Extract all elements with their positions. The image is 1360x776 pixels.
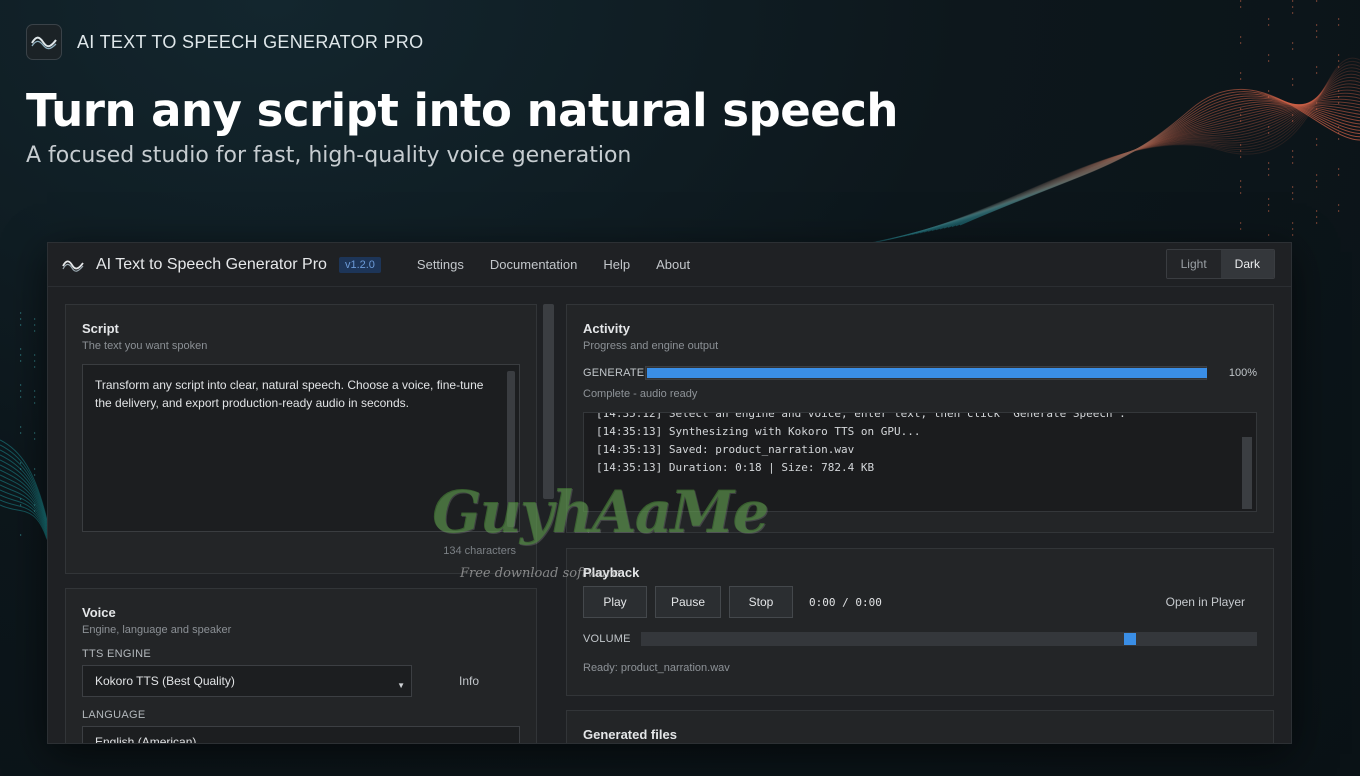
log-line: [14:35:12] Select an engine and voice, e… xyxy=(596,412,1126,420)
playback-panel: Playback Play Pause Stop 0:00 / 0:00 Ope… xyxy=(566,548,1274,696)
brand-header: AI TEXT TO SPEECH GENERATOR PRO xyxy=(26,24,423,60)
app-window: AI Text to Speech Generator Pro v1.2.0 S… xyxy=(47,242,1292,744)
log-output[interactable]: [14:35:12] Select an engine and voice, e… xyxy=(583,412,1257,512)
waveform-icon xyxy=(26,24,62,60)
theme-dark-button[interactable]: Dark xyxy=(1220,250,1274,278)
progress-label: GENERATE xyxy=(583,367,645,379)
log-line: [14:35:13] Saved: product_narration.wav xyxy=(596,443,855,456)
progress-percent: 100% xyxy=(1228,367,1257,379)
progress-fill xyxy=(646,368,1207,378)
brand-name: AI TEXT TO SPEECH GENERATOR PRO xyxy=(77,31,424,52)
pause-button[interactable]: Pause xyxy=(655,586,721,618)
title-bar: AI Text to Speech Generator Pro v1.2.0 S… xyxy=(48,243,1291,287)
engine-select-value: Kokoro TTS (Best Quality) xyxy=(95,674,235,688)
version-badge: v1.2.0 xyxy=(338,256,381,273)
language-label: LANGUAGE xyxy=(82,709,146,721)
waveform-icon xyxy=(62,256,84,274)
activity-panel: Activity Progress and engine output GENE… xyxy=(566,304,1274,533)
language-select-value: English (American) xyxy=(95,735,197,744)
script-panel: Script The text you want spoken Transfor… xyxy=(65,304,537,574)
volume-label: VOLUME xyxy=(583,633,631,645)
script-scrollbar[interactable] xyxy=(507,371,515,527)
menu-settings[interactable]: Settings xyxy=(417,257,464,272)
chevron-down-icon: ▼ xyxy=(397,681,405,690)
progress-bar xyxy=(644,366,1207,380)
script-text: Transform any script into clear, natural… xyxy=(95,378,484,410)
engine-info-link[interactable]: Info xyxy=(459,674,479,688)
activity-title: Activity xyxy=(583,321,630,336)
activity-subtitle: Progress and engine output xyxy=(583,340,719,352)
theme-toggle: Light Dark xyxy=(1165,249,1275,279)
volume-slider[interactable] xyxy=(641,632,1257,646)
left-column-scrollbar[interactable] xyxy=(543,304,554,499)
playback-title: Playback xyxy=(583,565,640,580)
theme-light-button[interactable]: Light xyxy=(1166,250,1221,278)
voice-panel: Voice Engine, language and speaker TTS E… xyxy=(65,588,537,744)
script-subtitle: The text you want spoken xyxy=(82,340,208,352)
app-title: AI Text to Speech Generator Pro xyxy=(96,255,327,273)
menu-documentation[interactable]: Documentation xyxy=(490,257,577,272)
open-in-player-link[interactable]: Open in Player xyxy=(1166,595,1245,609)
language-select[interactable]: English (American) xyxy=(82,726,520,744)
log-scrollbar[interactable] xyxy=(1242,437,1252,509)
hero-title: Turn any script into natural speech xyxy=(26,84,898,137)
char-count: 134 characters xyxy=(443,545,516,557)
voice-title: Voice xyxy=(82,605,116,620)
ready-status: Ready: product_narration.wav xyxy=(583,662,730,674)
voice-subtitle: Engine, language and speaker xyxy=(82,624,232,636)
script-textarea[interactable]: Transform any script into clear, natural… xyxy=(82,364,520,532)
play-button[interactable]: Play xyxy=(583,586,647,618)
engine-label: TTS ENGINE xyxy=(82,648,152,660)
playback-time: 0:00 / 0:00 xyxy=(809,595,882,609)
log-line: [14:35:13] Synthesizing with Kokoro TTS … xyxy=(596,425,921,438)
stop-button[interactable]: Stop xyxy=(729,586,793,618)
script-title: Script xyxy=(82,321,119,336)
generated-files-title: Generated files xyxy=(583,727,677,742)
volume-slider-thumb[interactable] xyxy=(1124,633,1136,645)
generated-files-panel: Generated files xyxy=(566,710,1274,743)
menu-help[interactable]: Help xyxy=(603,257,630,272)
engine-select[interactable]: Kokoro TTS (Best Quality) ▼ xyxy=(82,665,412,697)
log-line: [14:35:13] Duration: 0:18 | Size: 782.4 … xyxy=(596,461,875,474)
menu-about[interactable]: About xyxy=(656,257,690,272)
hero-subtitle: A focused studio for fast, high-quality … xyxy=(26,143,632,168)
status-text: Complete - audio ready xyxy=(583,388,698,400)
